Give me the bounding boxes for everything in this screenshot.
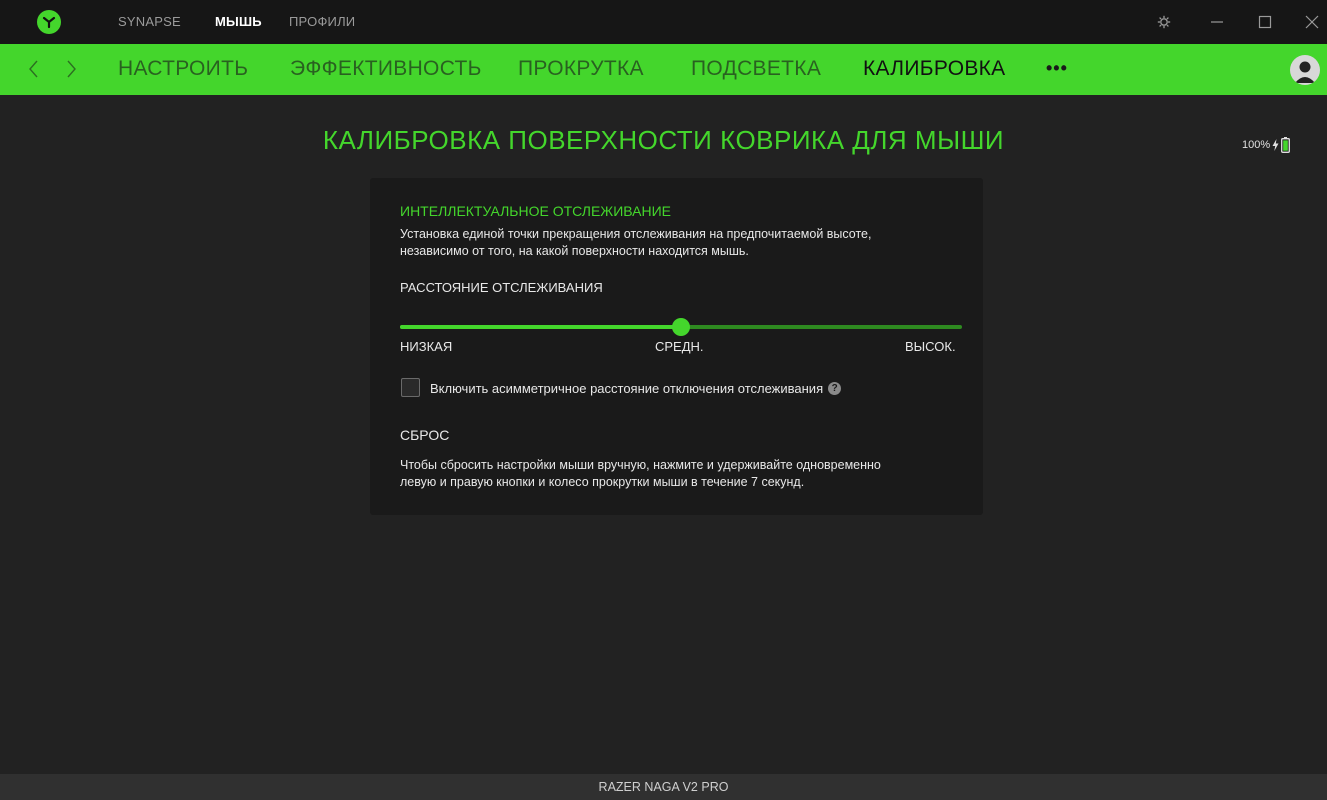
tracking-distance-slider[interactable] — [400, 318, 962, 336]
slider-label-mid: СРЕДН. — [655, 339, 704, 354]
reset-desc-line2: левую и правую кнопки и колесо прокрутки… — [400, 475, 805, 489]
more-tabs-button[interactable]: ••• — [1046, 58, 1068, 79]
slider-thumb[interactable] — [672, 318, 690, 336]
battery-status: 100% — [1242, 137, 1291, 153]
smart-tracking-desc-line1: Установка единой точки прекращения отсле… — [400, 227, 872, 241]
tracking-distance-label: РАССТОЯНИЕ ОТСЛЕЖИВАНИЯ — [400, 280, 603, 295]
settings-gear-icon[interactable] — [1154, 12, 1174, 32]
charging-bolt-icon — [1272, 139, 1279, 151]
tab-lighting[interactable]: ПОДСВЕТКА — [691, 57, 821, 81]
page-title: КАЛИБРОВКА ПОВЕРХНОСТИ КОВРИКА ДЛЯ МЫШИ — [322, 125, 1005, 155]
back-arrow-icon[interactable] — [25, 57, 43, 81]
battery-icon — [1281, 137, 1291, 153]
tab-customize[interactable]: НАСТРОИТЬ — [118, 57, 248, 81]
tab-performance[interactable]: ЭФФЕКТИВНОСТЬ — [290, 57, 482, 81]
asymmetric-cutoff-label: Включить асимметричное расстояние отключ… — [430, 381, 824, 396]
smart-tracking-desc-line2: независимо от того, на какой поверхности… — [400, 244, 749, 258]
user-avatar-icon[interactable] — [1290, 55, 1320, 85]
smart-tracking-title: ИНТЕЛЛЕКТУАЛЬНОЕ ОТСЛЕЖИВАНИЕ — [400, 203, 672, 219]
razer-logo-icon[interactable] — [37, 10, 61, 34]
section-nav-bar: НАСТРОИТЬ ЭФФЕКТИВНОСТЬ ПРОКРУТКА ПОДСВЕ… — [0, 44, 1327, 95]
asymmetric-cutoff-checkbox[interactable] — [401, 378, 420, 397]
tab-calibration[interactable]: КАЛИБРОВКА — [863, 57, 1005, 81]
tab-scroll[interactable]: ПРОКРУТКА — [518, 57, 644, 81]
slider-label-high: ВЫСОК. — [905, 339, 956, 354]
title-bar: SYNAPSE МЫШЬ ПРОФИЛИ — [0, 0, 1327, 44]
top-tab-mouse[interactable]: МЫШЬ — [215, 14, 262, 29]
top-tab-profiles[interactable]: ПРОФИЛИ — [289, 14, 355, 29]
razer-snake-icon — [42, 16, 56, 29]
battery-percent: 100% — [1242, 139, 1271, 151]
slider-label-low: НИЗКАЯ — [400, 339, 453, 354]
help-icon[interactable]: ? — [828, 382, 842, 395]
top-tab-synapse[interactable]: SYNAPSE — [118, 14, 181, 29]
maximize-icon[interactable] — [1255, 12, 1275, 32]
close-icon[interactable] — [1302, 12, 1322, 32]
reset-title: СБРОС — [400, 427, 450, 443]
asymmetric-cutoff-label-row: Включить асимметричное расстояние отключ… — [430, 381, 842, 396]
reset-desc-line1: Чтобы сбросить настройки мыши вручную, н… — [400, 458, 881, 472]
minimize-icon[interactable] — [1207, 12, 1227, 32]
slider-fill — [400, 325, 681, 329]
device-name-footer: RAZER NAGA V2 PRO — [0, 774, 1327, 800]
forward-arrow-icon[interactable] — [62, 57, 80, 81]
calibration-card: ИНТЕЛЛЕКТУАЛЬНОЕ ОТСЛЕЖИВАНИЕ Установка … — [370, 178, 983, 515]
